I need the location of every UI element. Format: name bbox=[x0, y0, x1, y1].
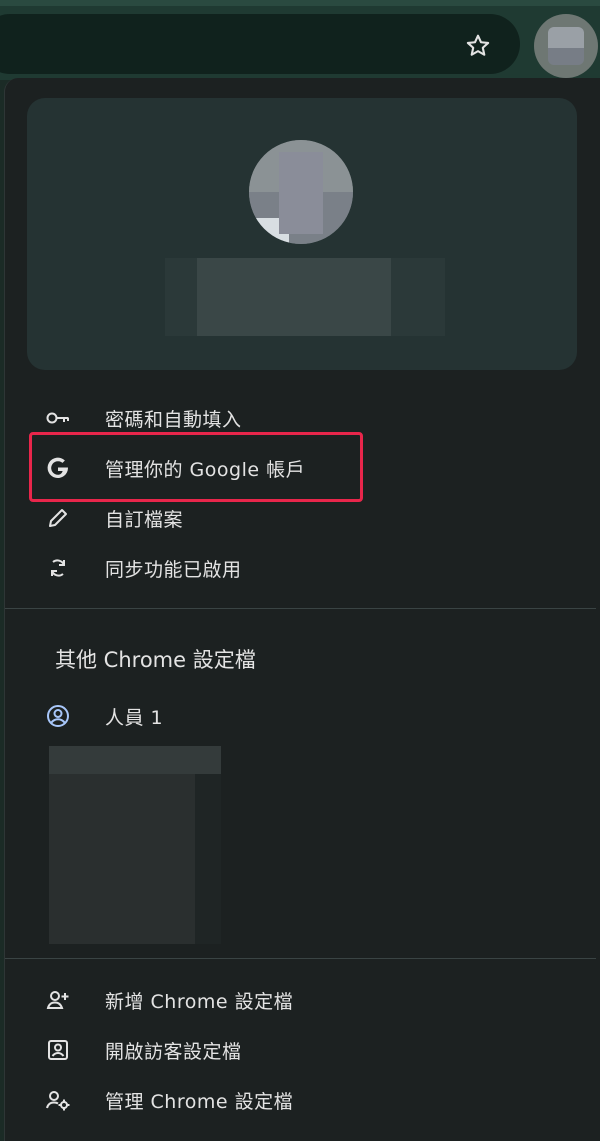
menu-item-label: 管理 Chrome 設定檔 bbox=[105, 1090, 294, 1113]
profile-avatar-icon[interactable] bbox=[534, 14, 598, 78]
address-bar[interactable] bbox=[0, 14, 520, 74]
menu-item-manage-profiles[interactable]: 管理 Chrome 設定檔 bbox=[41, 1078, 561, 1122]
menu-item-sync[interactable]: 同步功能已啟用 bbox=[41, 546, 561, 590]
menu-item-customize-profile[interactable]: 自訂檔案 bbox=[41, 496, 561, 540]
menu-item-add-profile[interactable]: 新增 Chrome 設定檔 bbox=[41, 978, 561, 1022]
redacted-profile-edge bbox=[195, 774, 221, 944]
profile-card bbox=[27, 98, 577, 370]
other-profiles-title: 其他 Chrome 設定檔 bbox=[55, 648, 256, 672]
star-outline-icon[interactable] bbox=[460, 28, 496, 64]
highlight-box bbox=[29, 432, 363, 502]
guest-profile-icon bbox=[41, 1033, 75, 1067]
browser-toolbar bbox=[0, 0, 600, 80]
person-add-icon bbox=[41, 983, 75, 1017]
menu-item-label: 自訂檔案 bbox=[105, 508, 184, 531]
profile-label: 人員 1 bbox=[105, 706, 164, 729]
person-circle-icon bbox=[41, 699, 75, 733]
profile-menu: 密碼和自動填入 管理你的 Google 帳戶 自訂檔案 同步功能已啟用 其他 C… bbox=[4, 78, 600, 1141]
redacted-account-name bbox=[165, 258, 445, 336]
divider bbox=[5, 958, 596, 959]
divider bbox=[5, 608, 596, 609]
menu-item-label: 開啟訪客設定檔 bbox=[105, 1040, 242, 1063]
menu-item-guest-profile[interactable]: 開啟訪客設定檔 bbox=[41, 1028, 561, 1072]
menu-item-label: 同步功能已啟用 bbox=[105, 558, 242, 581]
sync-icon bbox=[41, 551, 75, 585]
redacted-profile bbox=[49, 746, 221, 774]
manage-profiles-icon bbox=[41, 1083, 75, 1117]
pencil-icon bbox=[41, 501, 75, 535]
redacted-profile-body bbox=[49, 774, 195, 944]
toolbar-edge bbox=[0, 0, 600, 6]
key-icon bbox=[41, 401, 75, 435]
profile-item-person-1[interactable]: 人員 1 bbox=[41, 694, 561, 738]
menu-item-label: 新增 Chrome 設定檔 bbox=[105, 990, 294, 1013]
menu-item-label: 密碼和自動填入 bbox=[105, 408, 242, 431]
avatar bbox=[249, 140, 353, 244]
